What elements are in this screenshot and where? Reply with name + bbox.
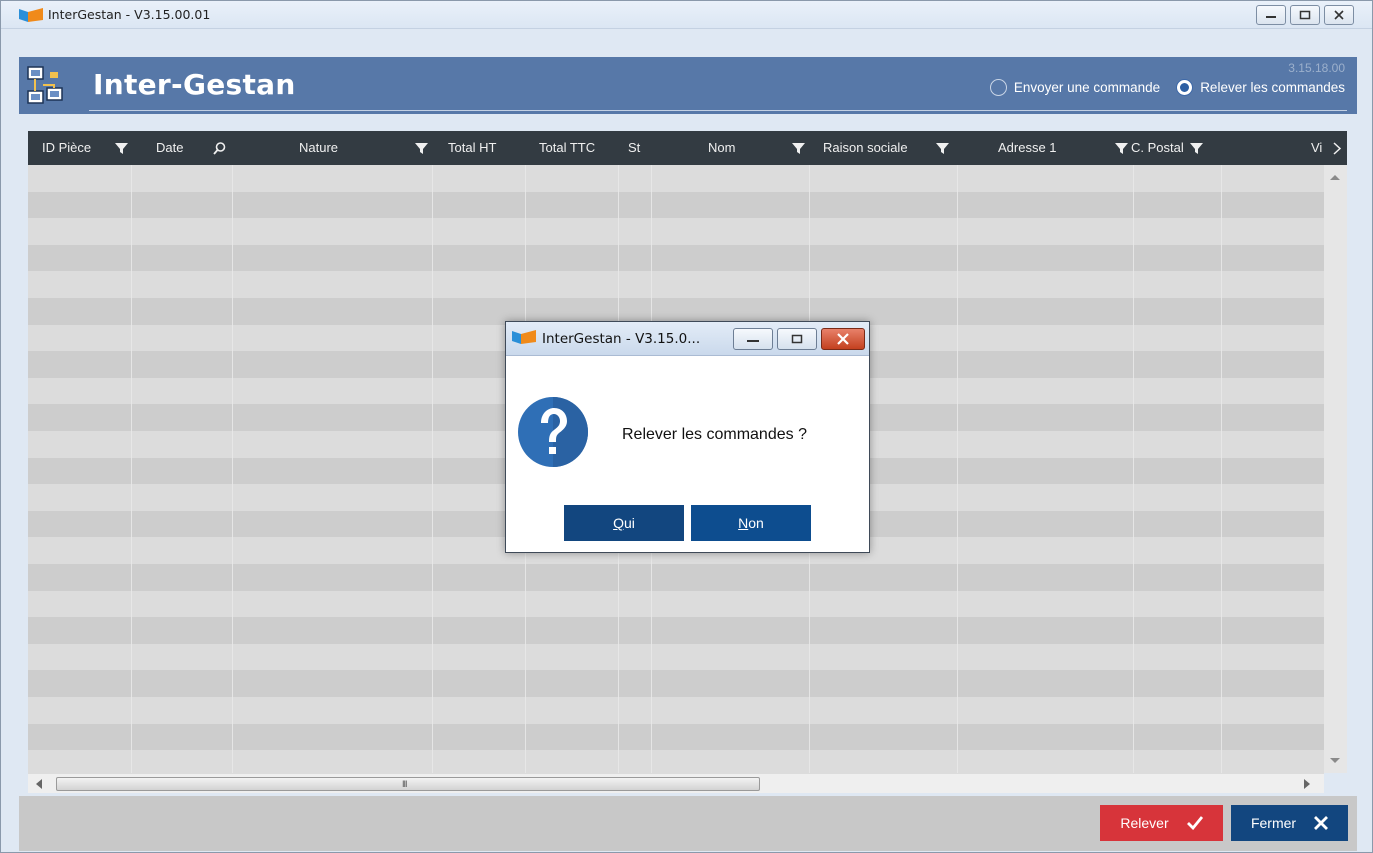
check-icon xyxy=(1186,816,1203,830)
filter-icon[interactable] xyxy=(1190,142,1203,155)
fermer-label: Fermer xyxy=(1250,815,1297,831)
fermer-button[interactable]: Fermer xyxy=(1231,805,1348,841)
filter-icon[interactable] xyxy=(792,142,805,155)
grid-header: ID Pièce Date Nature Total HT Total TTC … xyxy=(28,131,1347,165)
question-icon xyxy=(518,397,588,467)
minimize-icon xyxy=(747,340,759,342)
table-row[interactable] xyxy=(28,191,1324,219)
horizontal-scrollbar[interactable]: III xyxy=(28,773,1324,793)
search-icon[interactable] xyxy=(213,142,226,155)
network-icon xyxy=(27,66,63,104)
column-header-ville[interactable]: Vi xyxy=(1311,131,1322,165)
column-header-nature[interactable]: Nature xyxy=(299,131,338,165)
filter-icon[interactable] xyxy=(1115,142,1128,155)
table-row[interactable] xyxy=(28,590,1324,618)
app-logo-icon xyxy=(19,8,43,22)
column-divider xyxy=(232,165,233,773)
maximize-icon xyxy=(1299,10,1311,20)
dialog-window-controls xyxy=(733,328,865,350)
table-row[interactable] xyxy=(28,271,1324,298)
dialog-title-bar[interactable]: InterGestan - V3.15.0... xyxy=(506,322,869,356)
version-label: 3.15.18.00 xyxy=(1288,61,1345,75)
confirm-dialog: InterGestan - V3.15.0... Relever les com… xyxy=(505,321,870,553)
app-banner: Inter-Gestan 3.15.18.00 Envoyer une comm… xyxy=(19,57,1357,114)
column-divider xyxy=(131,165,132,773)
dialog-title: InterGestan - V3.15.0... xyxy=(542,331,701,347)
maximize-icon xyxy=(791,334,803,344)
radio-send-order[interactable]: Envoyer une commande xyxy=(989,79,1161,96)
table-row[interactable] xyxy=(28,750,1324,773)
scrollbar-grip: III xyxy=(402,779,407,789)
non-button[interactable]: Non xyxy=(691,505,811,541)
oui-button[interactable]: Qui xyxy=(564,505,684,541)
table-row[interactable] xyxy=(28,617,1324,644)
radio-unchecked-icon[interactable] xyxy=(989,79,1007,96)
scroll-up-icon[interactable] xyxy=(1330,175,1340,180)
dialog-close-button[interactable] xyxy=(821,328,865,350)
column-header-id-piece[interactable]: ID Pièce xyxy=(42,131,91,165)
table-row[interactable] xyxy=(28,723,1324,751)
close-button[interactable] xyxy=(1324,5,1354,25)
column-divider xyxy=(1221,165,1222,773)
dialog-message: Relever les commandes ? xyxy=(622,426,807,443)
column-divider xyxy=(432,165,433,773)
scroll-down-icon[interactable] xyxy=(1330,758,1340,763)
column-header-nom[interactable]: Nom xyxy=(708,131,735,165)
dialog-maximize-button[interactable] xyxy=(777,328,817,350)
column-divider xyxy=(1133,165,1134,773)
column-divider xyxy=(957,165,958,773)
close-icon xyxy=(837,333,849,345)
table-row[interactable] xyxy=(28,643,1324,671)
filter-icon[interactable] xyxy=(415,142,428,155)
relever-label: Relever xyxy=(1120,815,1169,831)
radio-receive-label: Relever les commandes xyxy=(1200,80,1345,95)
table-row[interactable] xyxy=(28,670,1324,697)
relever-button[interactable]: Relever xyxy=(1100,805,1223,841)
title-bar[interactable]: InterGestan - V3.15.00.01 xyxy=(1,1,1372,29)
filter-icon[interactable] xyxy=(115,142,128,155)
close-icon xyxy=(1334,10,1344,20)
radio-send-label: Envoyer une commande xyxy=(1013,80,1161,95)
chevron-right-icon[interactable] xyxy=(1330,142,1343,155)
column-header-raison-sociale[interactable]: Raison sociale xyxy=(823,131,908,165)
column-header-total-ttc[interactable]: Total TTC xyxy=(539,131,595,165)
mode-radio-group: Envoyer une commande Relever les command… xyxy=(989,79,1345,96)
banner-divider xyxy=(89,110,1347,111)
oui-label: ui xyxy=(623,515,635,531)
table-row[interactable] xyxy=(28,697,1324,724)
oui-mnemonic: Q xyxy=(613,515,624,531)
radio-checked-icon[interactable] xyxy=(1176,79,1194,96)
table-row[interactable] xyxy=(28,218,1324,245)
window-controls xyxy=(1256,5,1354,25)
scroll-right-icon[interactable] xyxy=(1304,779,1310,789)
non-mnemonic: N xyxy=(738,515,749,531)
scroll-left-icon[interactable] xyxy=(36,779,42,789)
column-header-date[interactable]: Date xyxy=(156,131,183,165)
minimize-button[interactable] xyxy=(1256,5,1286,25)
window-title: InterGestan - V3.15.00.01 xyxy=(48,7,211,22)
close-icon xyxy=(1314,816,1329,830)
radio-receive-orders[interactable]: Relever les commandes xyxy=(1176,79,1345,96)
table-row[interactable] xyxy=(28,564,1324,591)
non-label: on xyxy=(748,515,764,531)
minimize-icon xyxy=(1266,16,1276,18)
filter-icon[interactable] xyxy=(936,142,949,155)
column-header-status[interactable]: St xyxy=(628,131,640,165)
dialog-minimize-button[interactable] xyxy=(733,328,773,350)
column-header-total-ht[interactable]: Total HT xyxy=(448,131,496,165)
table-row[interactable] xyxy=(28,244,1324,272)
column-header-code-postal[interactable]: C. Postal xyxy=(1131,131,1184,165)
maximize-button[interactable] xyxy=(1290,5,1320,25)
vertical-scrollbar[interactable] xyxy=(1324,165,1347,773)
column-header-adresse-1[interactable]: Adresse 1 xyxy=(998,131,1057,165)
scrollbar-thumb[interactable]: III xyxy=(56,777,760,791)
table-row[interactable] xyxy=(28,165,1324,192)
app-title: Inter-Gestan xyxy=(93,68,296,101)
main-window: InterGestan - V3.15.00.01 Inter-Gestan 3… xyxy=(0,0,1373,853)
app-logo-icon xyxy=(512,330,536,344)
